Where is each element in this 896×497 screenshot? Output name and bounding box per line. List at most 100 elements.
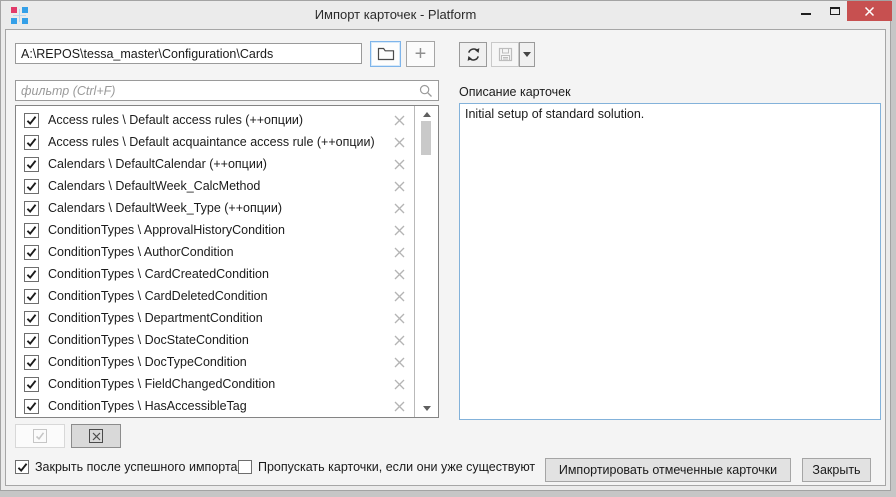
list-item-label: ConditionTypes \ AuthorCondition [48, 245, 394, 259]
list-item-label: ConditionTypes \ FieldChangedCondition [48, 377, 394, 391]
list-item-checkbox[interactable] [24, 267, 39, 282]
list-scrollbar[interactable] [414, 106, 438, 417]
list-item[interactable]: Access rules \ Default acquaintance acce… [16, 131, 413, 153]
remove-item-button[interactable] [394, 379, 405, 390]
save-button[interactable] [491, 42, 519, 67]
scrollbar-thumb[interactable] [421, 121, 431, 155]
skip-existing-checkbox[interactable]: Пропускать карточки, если они уже сущест… [238, 460, 535, 474]
plus-icon: + [415, 44, 427, 64]
list-item-checkbox[interactable] [24, 245, 39, 260]
list-item-checkbox[interactable] [24, 377, 39, 392]
window-title: Импорт карточек - Platform [1, 1, 790, 29]
maximize-icon [830, 7, 840, 15]
import-selected-button[interactable]: Импортировать отмеченные карточки [545, 458, 791, 482]
remove-x-icon [394, 203, 405, 214]
scroll-down-icon[interactable] [423, 406, 431, 411]
remove-item-button[interactable] [394, 401, 405, 412]
uncheck-all-button[interactable] [71, 424, 121, 448]
refresh-button[interactable] [459, 42, 487, 67]
minimize-icon [801, 13, 811, 15]
remove-item-button[interactable] [394, 159, 405, 170]
list-item[interactable]: Calendars \ DefaultWeek_Type (++опции) [16, 197, 413, 219]
list-item-checkbox[interactable] [24, 157, 39, 172]
list-item-label: Access rules \ Default access rules (++о… [48, 113, 394, 127]
remove-x-icon [394, 247, 405, 258]
remove-item-button[interactable] [394, 137, 405, 148]
description-label: Описание карточек [459, 85, 571, 99]
checkbox-box[interactable] [238, 460, 252, 474]
list-item-checkbox[interactable] [24, 311, 39, 326]
path-input[interactable] [15, 43, 362, 64]
close-window-button[interactable] [847, 1, 892, 21]
remove-item-button[interactable] [394, 247, 405, 258]
list-item[interactable]: Calendars \ DefaultWeek_CalcMethod [16, 175, 413, 197]
list-item-checkbox[interactable] [24, 113, 39, 128]
list-item[interactable]: Calendars \ DefaultCalendar (++опции) [16, 153, 413, 175]
remove-item-button[interactable] [394, 115, 405, 126]
list-item-checkbox[interactable] [24, 355, 39, 370]
remove-item-button[interactable] [394, 181, 405, 192]
list-item[interactable]: ConditionTypes \ DocStateCondition [16, 329, 413, 351]
list-item[interactable]: ConditionTypes \ FieldChangedCondition [16, 373, 413, 395]
remove-x-icon [394, 159, 405, 170]
list-item-checkbox[interactable] [24, 399, 39, 414]
remove-item-button[interactable] [394, 291, 405, 302]
browse-folder-button[interactable] [370, 41, 401, 67]
list-item-checkbox[interactable] [24, 289, 39, 304]
save-dropdown-button[interactable] [519, 42, 535, 67]
remove-x-icon [394, 115, 405, 126]
remove-item-button[interactable] [394, 313, 405, 324]
add-card-button[interactable]: + [406, 41, 435, 67]
save-floppy-icon [498, 47, 513, 62]
list-item-label: ConditionTypes \ CardCreatedCondition [48, 267, 394, 281]
list-item-checkbox[interactable] [24, 135, 39, 150]
remove-item-button[interactable] [394, 335, 405, 346]
remove-x-icon [394, 335, 405, 346]
titlebar: Импорт карточек - Platform [1, 1, 890, 29]
check-all-button[interactable] [15, 424, 65, 448]
list-item-label: Calendars \ DefaultWeek_Type (++опции) [48, 201, 394, 215]
close-dialog-button[interactable]: Закрыть [802, 458, 871, 482]
list-item-label: Calendars \ DefaultWeek_CalcMethod [48, 179, 394, 193]
maximize-button[interactable] [821, 1, 849, 21]
remove-x-icon [394, 291, 405, 302]
remove-x-icon [394, 181, 405, 192]
refresh-icon [465, 46, 482, 63]
filter-input[interactable] [16, 84, 419, 98]
uncheck-all-icon [89, 429, 103, 443]
list-item-checkbox[interactable] [24, 179, 39, 194]
list-item[interactable]: ConditionTypes \ CardCreatedCondition [16, 263, 413, 285]
close-after-import-checkbox[interactable]: Закрыть после успешного импорта [15, 460, 238, 474]
skip-existing-label: Пропускать карточки, если они уже сущест… [258, 460, 535, 474]
list-item-checkbox[interactable] [24, 223, 39, 238]
list-item[interactable]: ConditionTypes \ AuthorCondition [16, 241, 413, 263]
close-icon [864, 6, 875, 17]
scroll-up-icon[interactable] [423, 112, 431, 117]
description-textarea[interactable]: Initial setup of standard solution. [459, 103, 881, 420]
remove-item-button[interactable] [394, 225, 405, 236]
list-item[interactable]: ConditionTypes \ DocTypeCondition [16, 351, 413, 373]
remove-x-icon [394, 269, 405, 280]
list-item[interactable]: ConditionTypes \ ApprovalHistoryConditio… [16, 219, 413, 241]
list-item-label: ConditionTypes \ ApprovalHistoryConditio… [48, 223, 394, 237]
remove-x-icon [394, 357, 405, 368]
remove-item-button[interactable] [394, 269, 405, 280]
search-icon[interactable] [419, 84, 433, 98]
list-item-label: ConditionTypes \ DocStateCondition [48, 333, 394, 347]
list-item[interactable]: ConditionTypes \ HasAccessibleTag [16, 395, 413, 417]
remove-x-icon [394, 137, 405, 148]
remove-x-icon [394, 313, 405, 324]
minimize-button[interactable] [791, 1, 821, 21]
list-item[interactable]: ConditionTypes \ DepartmentCondition [16, 307, 413, 329]
list-item-label: Calendars \ DefaultCalendar (++опции) [48, 157, 394, 171]
remove-item-button[interactable] [394, 357, 405, 368]
list-item-checkbox[interactable] [24, 333, 39, 348]
list-item[interactable]: Access rules \ Default access rules (++о… [16, 109, 413, 131]
list-item-checkbox[interactable] [24, 201, 39, 216]
remove-x-icon [394, 401, 405, 412]
checkbox-box[interactable] [15, 460, 29, 474]
card-list-rows: Access rules \ Default access rules (++о… [16, 106, 413, 417]
list-item[interactable]: ConditionTypes \ CardDeletedCondition [16, 285, 413, 307]
check-all-icon [33, 429, 47, 443]
remove-item-button[interactable] [394, 203, 405, 214]
